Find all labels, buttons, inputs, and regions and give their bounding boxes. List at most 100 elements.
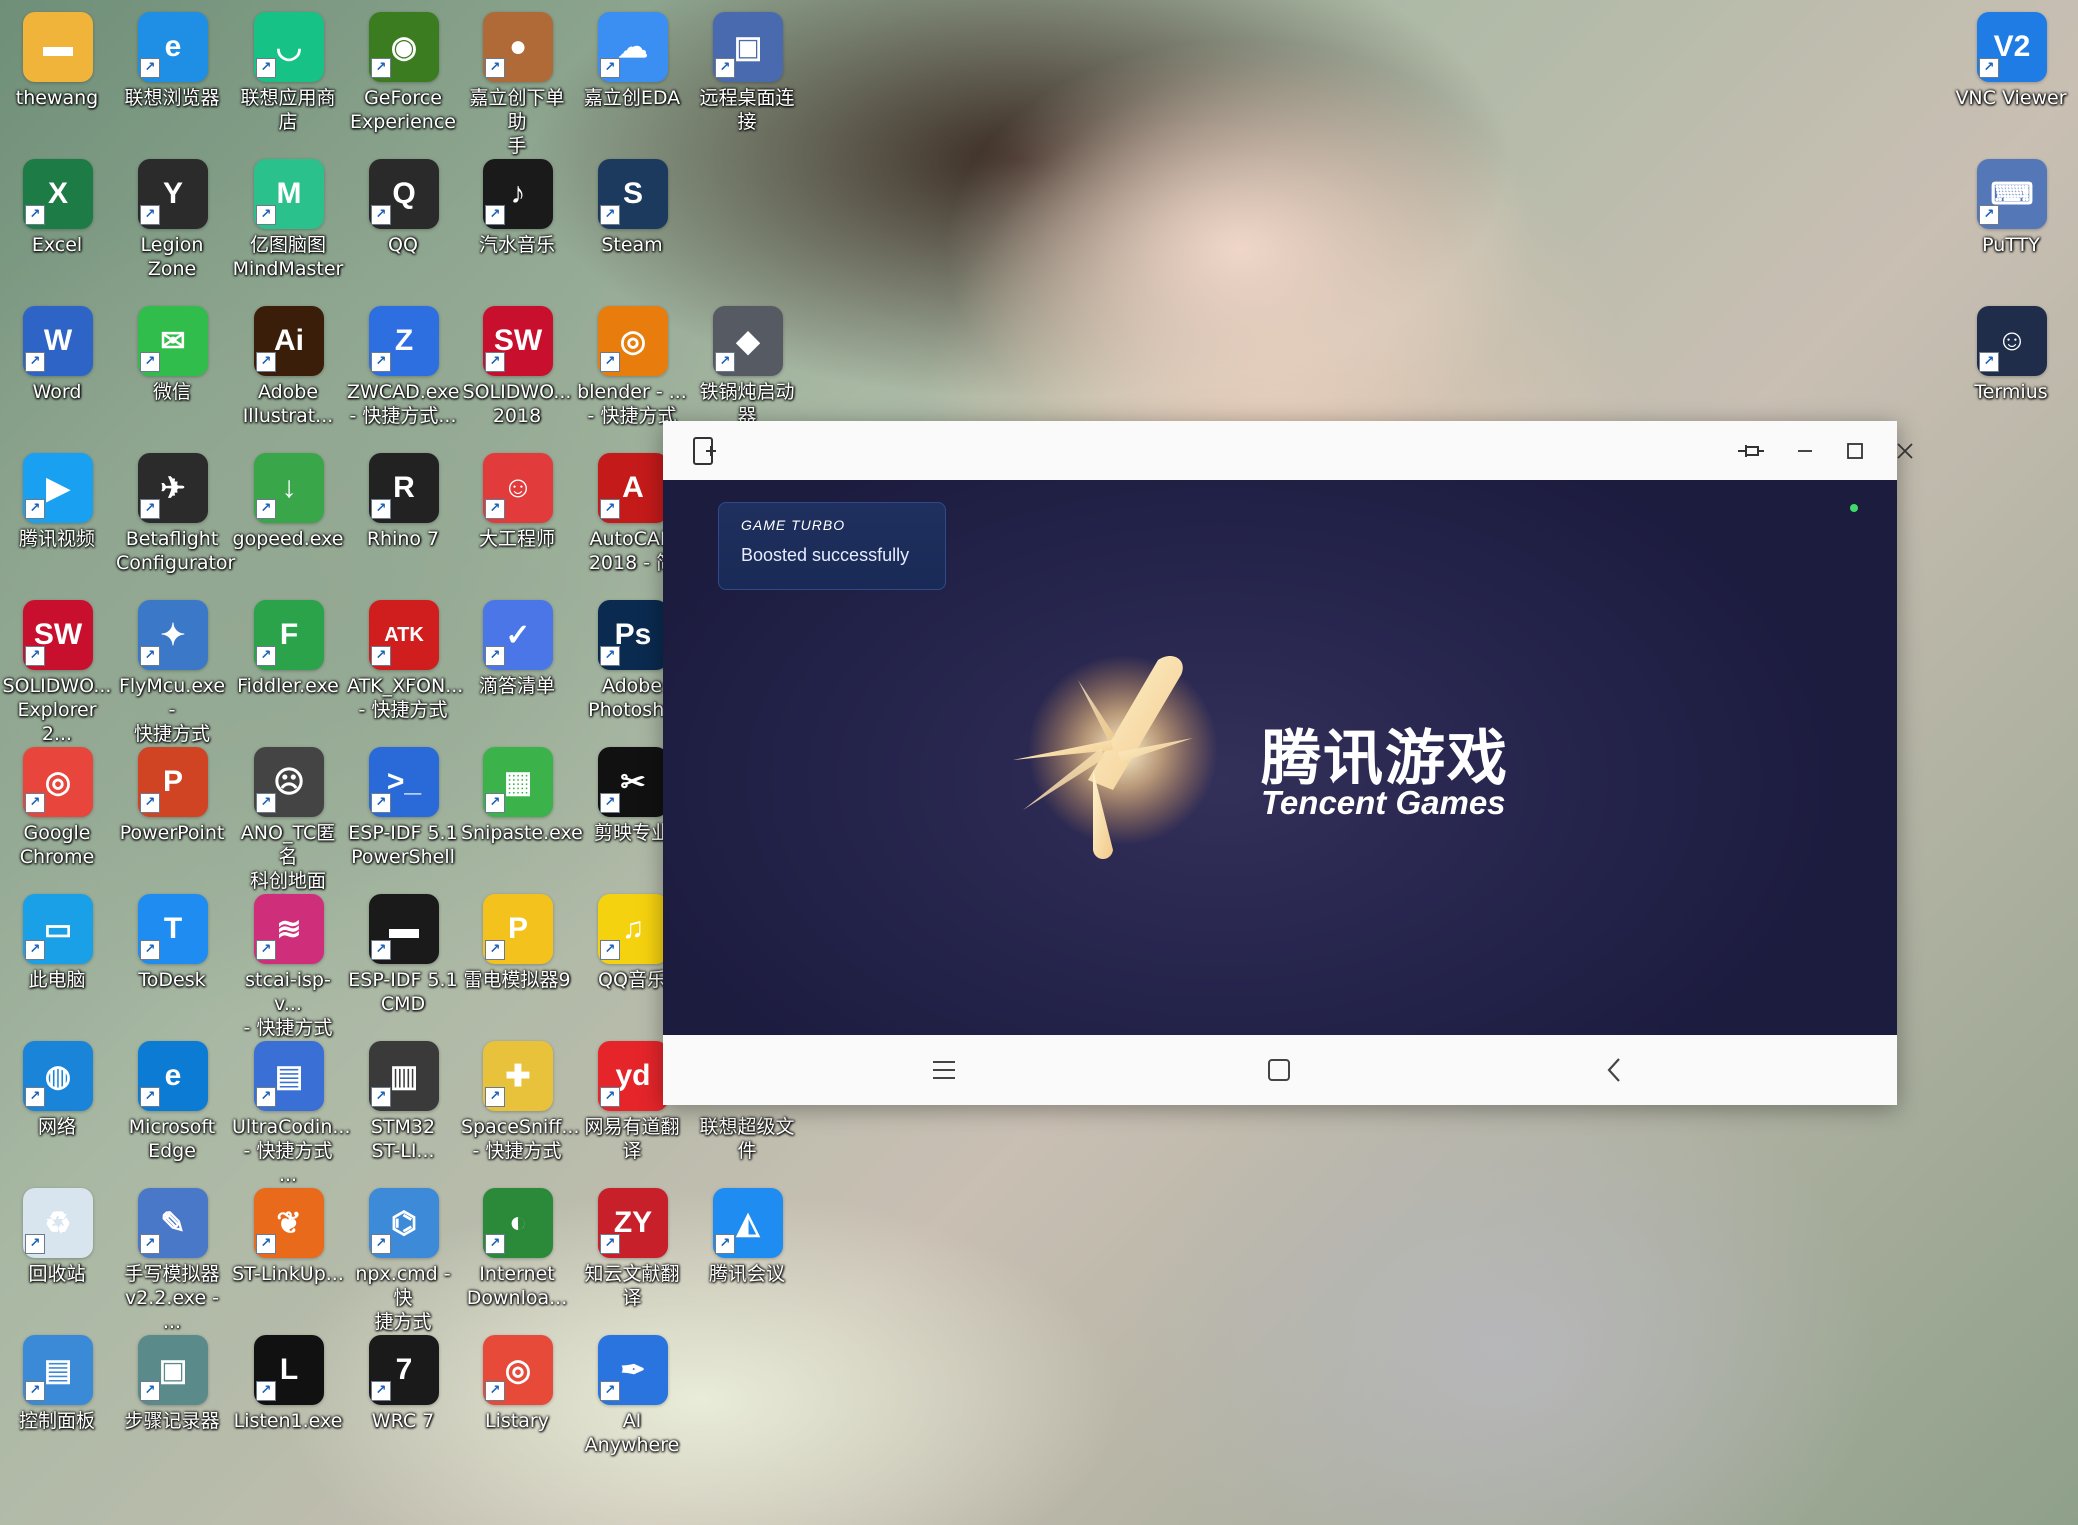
- desktop-shortcut[interactable]: e ↗ 联想浏览器: [116, 4, 228, 144]
- shortcut-arrow-icon: ↗: [1979, 352, 1999, 372]
- desktop-shortcut[interactable]: ✚ ↗ SpaceSniff... - 快捷方式: [461, 1033, 580, 1173]
- rotate-screen-icon: [693, 437, 716, 465]
- desktop-shortcut[interactable]: ▥ ↗ STM32 ST-LI...: [347, 1033, 459, 1173]
- desktop-shortcut[interactable]: ☁ ↗ 嘉立创EDA: [576, 4, 688, 144]
- desktop-shortcut[interactable]: ZY ↗ 知云文献翻译: [576, 1180, 688, 1320]
- desktop-shortcut[interactable]: ● ↗ 嘉立创下单助 手: [461, 4, 573, 157]
- desktop-shortcut[interactable]: ◆ ↗ 铁锅炖启动器: [691, 298, 803, 438]
- desktop-shortcut[interactable]: Q ↗ QQ: [347, 151, 459, 291]
- desktop-shortcut[interactable]: ☹↗ANO_TC匿名 科创地面站...: [232, 739, 344, 916]
- close-icon: [1897, 443, 1913, 459]
- shortcut-arrow-icon: ↗: [25, 646, 45, 666]
- desktop-shortcut-label: 步骤记录器: [124, 1410, 220, 1432]
- desktop-shortcut[interactable]: ◎ ↗ Listary: [461, 1327, 573, 1467]
- desktop-shortcut[interactable]: ♪ ↗ 汽水音乐: [461, 151, 573, 291]
- desktop-shortcut[interactable]: ✎ ↗ 手写模拟器 v2.2.exe - ...: [116, 1180, 228, 1333]
- desktop-shortcut-label: 网络: [37, 1116, 76, 1138]
- desktop-shortcut[interactable]: T ↗ ToDesk: [116, 886, 228, 1026]
- desktop-shortcut[interactable]: ♻ ↗ 回收站: [1, 1180, 113, 1320]
- desktop-shortcut-label: 网易有道翻译: [584, 1116, 680, 1162]
- desktop-shortcut-label: GeForce Experience: [350, 87, 456, 133]
- desktop-shortcut-label: 汽水音乐: [478, 234, 555, 256]
- desktop-shortcut[interactable]: ↓ ↗ gopeed.exe: [232, 445, 344, 585]
- desktop-shortcut[interactable]: ⌬ ↗ npx.cmd - 快 捷方式: [347, 1180, 459, 1333]
- desktop-shortcut[interactable]: ▬ thewang: [1, 4, 113, 144]
- desktop-shortcut[interactable]: ◡ ↗ 联想应用商店: [232, 4, 344, 144]
- desktop-shortcut[interactable]: ▬ ↗ ESP-IDF 5.1 CMD: [347, 886, 459, 1026]
- desktop-shortcut[interactable]: R ↗ Rhino 7: [347, 445, 459, 585]
- desktop-shortcut[interactable]: e ↗ Microsoft Edge: [116, 1033, 228, 1173]
- desktop-shortcut[interactable]: S ↗ Steam: [576, 151, 688, 291]
- shortcut-arrow-icon: ↗: [485, 1234, 505, 1254]
- game-screen[interactable]: GAME TURBO Boosted successfully 腾讯游戏 Ten…: [663, 480, 1897, 1035]
- shortcut-arrow-icon: ↗: [485, 793, 505, 813]
- shortcut-arrow-icon: ↗: [371, 940, 391, 960]
- shortcut-arrow-icon: ↗: [25, 499, 45, 519]
- desktop-shortcut[interactable]: X ↗ Excel: [1, 151, 113, 291]
- desktop-shortcut[interactable]: ◐ ↗ Internet Downloa...: [461, 1180, 573, 1320]
- rotate-screen-button[interactable]: [685, 431, 725, 471]
- menu-nav-button[interactable]: [924, 1050, 964, 1090]
- desktop-shortcut[interactable]: ◉ ↗ GeForce Experience: [347, 4, 459, 144]
- status-dot: [1850, 504, 1858, 512]
- shortcut-arrow-icon: ↗: [485, 205, 505, 225]
- desktop-shortcut[interactable]: SW ↗ SOLIDWO... 2018: [461, 298, 573, 438]
- desktop-shortcut[interactable]: 7 ↗ WRC 7: [347, 1327, 459, 1467]
- desktop-shortcut[interactable]: P ↗ 雷电模拟器9: [461, 886, 573, 1026]
- desktop-shortcut[interactable]: ✦ ↗ FlyMcu.exe - 快捷方式: [116, 592, 228, 745]
- desktop-shortcut[interactable]: ❦ ↗ ST-LinkUp...: [232, 1180, 344, 1320]
- desktop-shortcut[interactable]: ◎ ↗ blender - ... - 快捷方式: [576, 298, 688, 438]
- desktop-shortcut[interactable]: Z ↗ ZWCAD.exe - 快捷方式...: [347, 298, 459, 438]
- desktop-shortcut[interactable]: ATK ↗ ATK_XFON... - 快捷方式: [347, 592, 464, 732]
- desktop-shortcut[interactable]: M ↗ 亿图脑图 MindMaster: [232, 151, 344, 291]
- desktop-shortcut-label: ATK_XFON... - 快捷方式: [347, 675, 464, 721]
- desktop-shortcut[interactable]: ◎ ↗ Google Chrome: [1, 739, 113, 879]
- shortcut-arrow-icon: ↗: [256, 1381, 276, 1401]
- desktop-shortcut[interactable]: ⌨ ↗ PuTTY: [1955, 151, 2067, 291]
- desktop-shortcut[interactable]: ▣ ↗ 远程桌面连接: [691, 4, 803, 144]
- desktop-shortcut[interactable]: SW ↗ SOLIDWO... Explorer 2...: [1, 592, 113, 745]
- desktop-shortcut-label: 联想超级文件: [699, 1116, 795, 1162]
- shortcut-arrow-icon: ↗: [600, 352, 620, 372]
- desktop-shortcut-label: 嘉立创EDA: [583, 87, 681, 109]
- desktop-shortcut[interactable]: ☺ ↗ Termius: [1955, 298, 2067, 438]
- desktop-shortcut-label: Listen1.exe: [233, 1410, 343, 1432]
- desktop-shortcut[interactable]: ✓ ↗ 滴答清单: [461, 592, 573, 732]
- desktop-shortcut[interactable]: ▭ ↗ 此电脑: [1, 886, 113, 1026]
- desktop-shortcut[interactable]: P ↗ PowerPoint: [116, 739, 228, 879]
- desktop-shortcut[interactable]: W ↗ Word: [1, 298, 113, 438]
- shortcut-arrow-icon: ↗: [600, 499, 620, 519]
- pin-button[interactable]: [1731, 431, 1771, 471]
- desktop-shortcut[interactable]: ▦ ↗ Snipaste.exe: [461, 739, 583, 879]
- shortcut-arrow-icon: ↗: [1979, 58, 1999, 78]
- shortcut-arrow-icon: ↗: [715, 352, 735, 372]
- desktop-shortcut[interactable]: ▶ ↗ 腾讯视频: [1, 445, 113, 585]
- desktop-shortcut[interactable]: >_ ↗ ESP-IDF 5.1 PowerShell: [347, 739, 459, 879]
- desktop-shortcut[interactable]: ▣ ↗ 步骤记录器: [116, 1327, 228, 1467]
- maximize-button[interactable]: [1835, 431, 1875, 471]
- desktop-shortcut[interactable]: Y ↗ Legion Zone: [116, 151, 228, 291]
- desktop-shortcut[interactable]: ☺ ↗ 大工程师: [461, 445, 573, 585]
- desktop-shortcut[interactable]: ✈ ↗ Betaflight Configurator: [116, 445, 235, 585]
- desktop-shortcut[interactable]: ✉ ↗ 微信: [116, 298, 228, 438]
- desktop-shortcut-label: 联想应用商店: [240, 87, 336, 133]
- shortcut-arrow-icon: ↗: [485, 58, 505, 78]
- minimize-button[interactable]: [1785, 431, 1825, 471]
- close-button[interactable]: [1885, 431, 1925, 471]
- desktop-shortcut[interactable]: ≋ ↗ stcai-isp-v... - 快捷方式: [232, 886, 344, 1039]
- desktop-shortcut[interactable]: ◭ ↗ 腾讯会议: [691, 1180, 803, 1320]
- shortcut-arrow-icon: ↗: [1979, 205, 1999, 225]
- home-nav-button[interactable]: [1259, 1050, 1299, 1090]
- desktop-shortcut[interactable]: ◍ ↗ 网络: [1, 1033, 113, 1173]
- desktop-shortcut[interactable]: ▤ ↗ UltraCodin... - 快捷方式 ...: [232, 1033, 350, 1186]
- desktop-shortcut[interactable]: L ↗ Listen1.exe: [232, 1327, 344, 1467]
- desktop-shortcut-label: FlyMcu.exe - 快捷方式: [118, 675, 226, 745]
- desktop-shortcut[interactable]: F ↗ Fiddler.exe: [232, 592, 344, 732]
- back-nav-button[interactable]: [1594, 1050, 1634, 1090]
- desktop-shortcut-label: VNC Viewer: [1955, 87, 2067, 109]
- desktop-shortcut[interactable]: ✒ ↗ AI Anywhere: [576, 1327, 688, 1467]
- desktop-shortcut[interactable]: Ai ↗ Adobe Illustrat...: [232, 298, 344, 438]
- desktop-shortcut[interactable]: V2 ↗ VNC Viewer: [1955, 4, 2067, 144]
- desktop-shortcut[interactable]: ▤ ↗ 控制面板: [1, 1327, 113, 1467]
- shortcut-arrow-icon: ↗: [485, 352, 505, 372]
